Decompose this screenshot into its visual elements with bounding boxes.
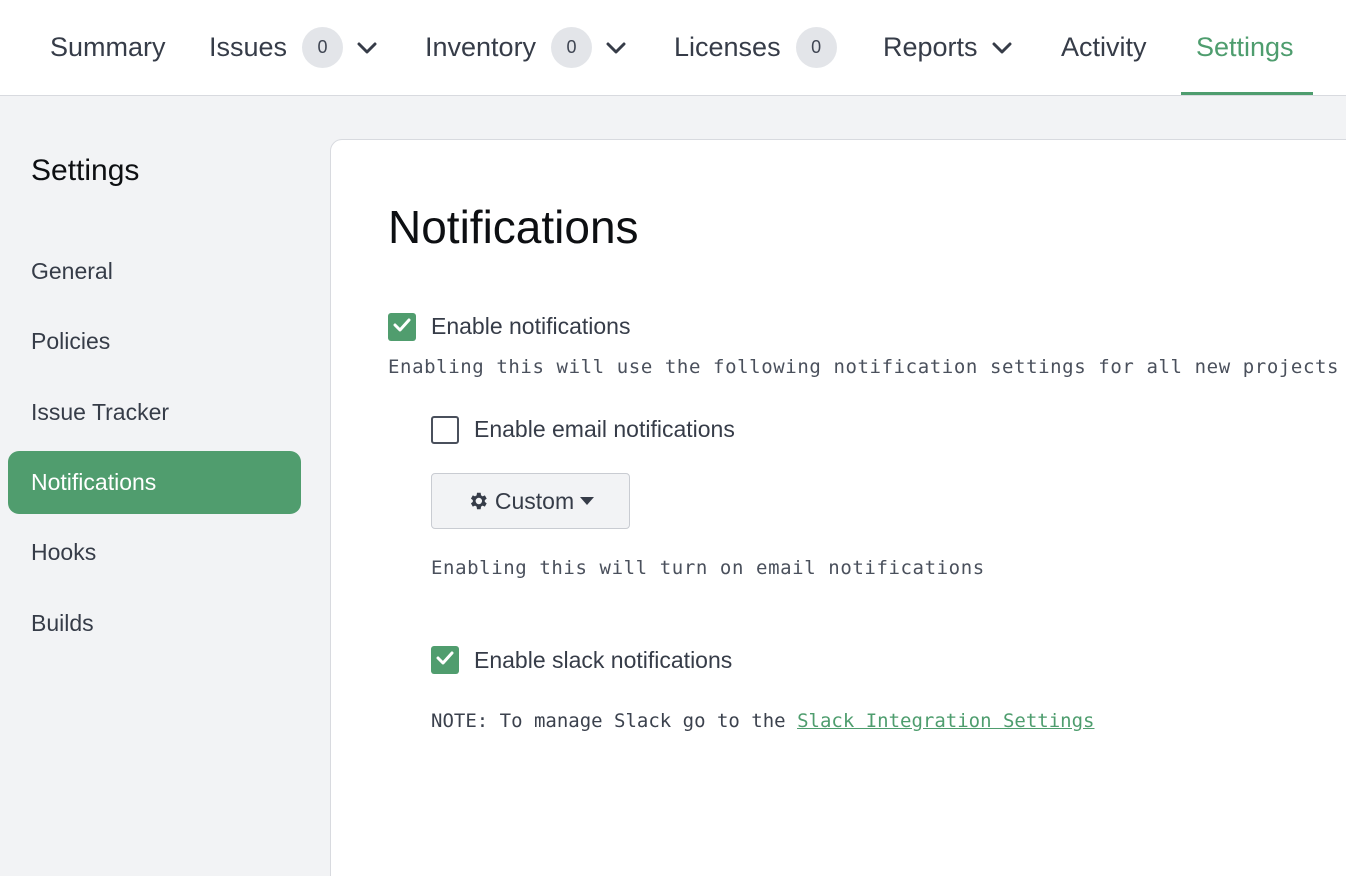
tab-activity[interactable]: Activity — [1061, 0, 1147, 95]
sidebar-item-label: Hooks — [31, 539, 97, 565]
sidebar-item-hooks[interactable]: Hooks — [8, 521, 301, 584]
tab-issues[interactable]: Issues 0 — [209, 0, 377, 95]
checkmark-icon — [393, 318, 411, 337]
sidebar-item-notifications[interactable]: Notifications — [8, 451, 301, 514]
enable-slack-notifications-label[interactable]: Enable slack notifications — [474, 647, 732, 674]
slack-integration-settings-link[interactable]: Slack Integration Settings — [797, 710, 1094, 732]
tab-activity-label: Activity — [1061, 32, 1147, 62]
sidebar-title: Settings — [31, 154, 140, 187]
sidebar-item-policies[interactable]: Policies — [8, 310, 301, 373]
enable-notifications-checkbox[interactable] — [388, 313, 416, 341]
tab-reports[interactable]: Reports — [883, 0, 1012, 95]
checkmark-icon — [436, 651, 454, 670]
custom-button-label: Custom — [494, 487, 575, 514]
slack-note-text: NOTE: To manage Slack go to the — [431, 710, 786, 732]
tab-settings[interactable]: Settings — [1196, 0, 1294, 95]
active-tab-indicator — [1181, 92, 1313, 95]
custom-dropdown-button[interactable]: Custom — [431, 473, 630, 529]
enable-notifications-label[interactable]: Enable notifications — [431, 313, 630, 340]
caret-down-icon — [580, 497, 595, 505]
chevron-down-icon[interactable] — [357, 42, 377, 54]
tab-settings-label: Settings — [1196, 32, 1294, 62]
enable-slack-notifications-checkbox[interactable] — [431, 646, 459, 674]
page-title: Notifications — [388, 201, 639, 253]
sidebar-item-label: General — [31, 258, 113, 284]
enable-notifications-help: Enabling this will use the following not… — [388, 356, 1340, 378]
tab-reports-label: Reports — [883, 32, 978, 62]
inventory-count-badge: 0 — [551, 27, 593, 68]
licenses-count-badge: 0 — [795, 27, 837, 68]
enable-email-notifications-checkbox[interactable] — [431, 416, 459, 444]
enable-email-notifications-label[interactable]: Enable email notifications — [474, 416, 735, 443]
sidebar-item-label: Issue Tracker — [31, 399, 170, 425]
tab-licenses[interactable]: Licenses 0 — [674, 0, 837, 95]
slack-note: NOTE: To manage Slack go to the Slack In… — [431, 710, 1094, 732]
tab-licenses-label: Licenses — [674, 32, 781, 62]
gear-icon — [467, 490, 489, 512]
chevron-down-icon[interactable] — [606, 42, 626, 54]
sidebar-item-label: Builds — [31, 610, 94, 636]
tab-summary-label: Summary — [50, 32, 166, 62]
sidebar-item-label: Notifications — [31, 469, 157, 495]
issues-count-badge: 0 — [302, 27, 344, 68]
tab-issues-label: Issues — [209, 32, 288, 62]
top-nav: Summary Issues 0 Inventory 0 Licenses 0 … — [0, 0, 1346, 96]
email-notifications-help: Enabling this will turn on email notific… — [431, 557, 985, 579]
tab-summary[interactable]: Summary — [50, 0, 166, 95]
tab-inventory[interactable]: Inventory 0 — [425, 0, 626, 95]
sidebar-item-general[interactable]: General — [8, 240, 301, 303]
tab-inventory-label: Inventory — [425, 32, 537, 62]
sidebar-item-label: Policies — [31, 328, 111, 354]
sidebar-item-builds[interactable]: Builds — [8, 592, 301, 655]
chevron-down-icon[interactable] — [992, 42, 1012, 54]
sidebar-item-issue-tracker[interactable]: Issue Tracker — [8, 381, 301, 444]
